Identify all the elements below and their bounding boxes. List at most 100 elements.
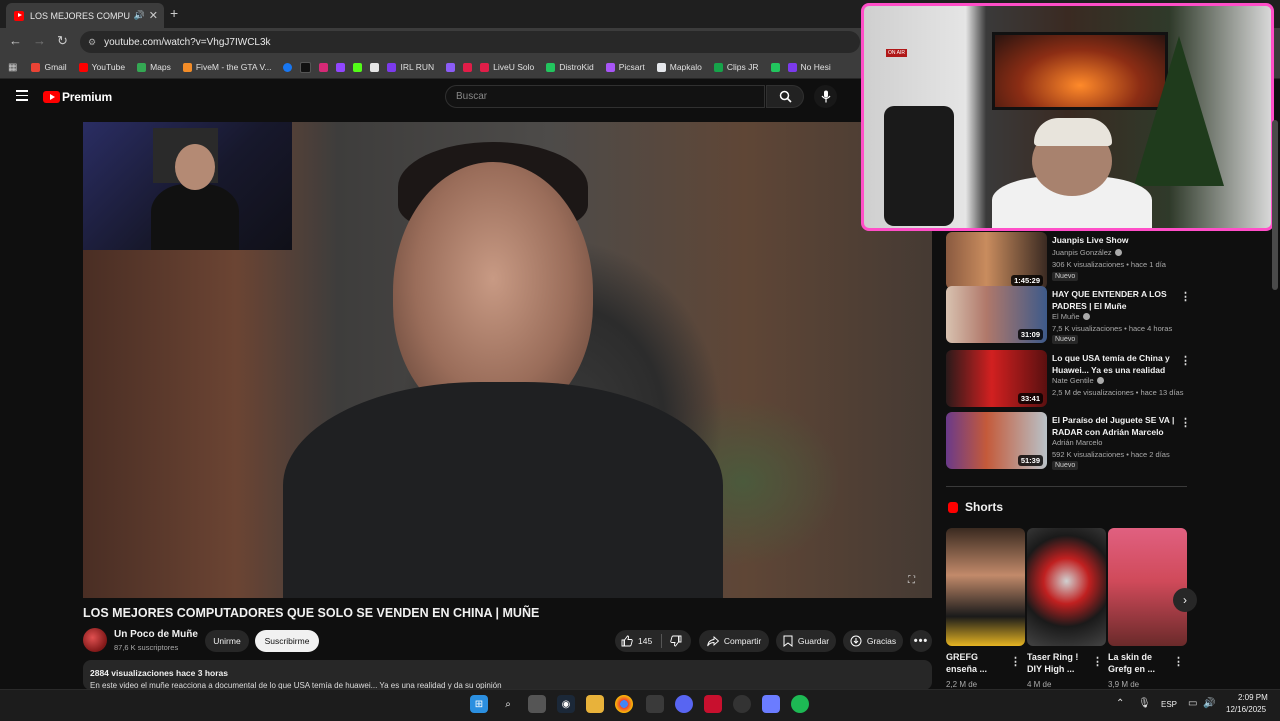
teams-icon[interactable] [762, 695, 780, 713]
verified-icon [1096, 377, 1104, 384]
purple-app-icon[interactable] [446, 62, 456, 72]
thanks-button[interactable]: Gracias [843, 630, 903, 652]
clock-date[interactable]: 12/16/2025 [1226, 705, 1266, 714]
discord-icon[interactable] [675, 695, 693, 713]
task-view-icon[interactable] [528, 695, 546, 713]
video-title[interactable]: HAY QUE ENTENDER A LOS PADRES | El Muñe [1052, 288, 1177, 312]
kick-icon[interactable] [353, 62, 363, 72]
video-thumbnail[interactable]: 1:45:29 [946, 232, 1047, 289]
more-vertical-icon[interactable]: ⋮ [1092, 655, 1103, 668]
bookmark-youtube[interactable]: YouTube [78, 62, 125, 72]
new-tab-icon[interactable]: + [170, 5, 178, 21]
short-thumbnail[interactable] [1108, 528, 1187, 646]
recommended-video[interactable]: 51:39 El Paraíso del Juguete SE VA | RAD… [946, 412, 1191, 470]
video-stats: 7,5 K visualizaciones • hace 4 horas [1052, 324, 1173, 333]
like-dislike-group[interactable]: 145 [615, 630, 691, 652]
facebook-icon[interactable] [283, 62, 293, 72]
more-vertical-icon[interactable]: ⋮ [1173, 655, 1184, 668]
more-vertical-icon[interactable]: ⋮ [1010, 655, 1021, 668]
bookmark-gmail[interactable]: Gmail [31, 62, 67, 72]
bookmark-picsart[interactable]: Picsart [605, 62, 645, 72]
short-thumbnail[interactable] [946, 528, 1025, 646]
video-thumbnail[interactable]: 33:41 [946, 350, 1047, 407]
volume-icon[interactable]: 🔊 [1203, 698, 1215, 709]
channel-avatar[interactable] [83, 628, 107, 652]
reload-icon[interactable]: ↻ [57, 33, 68, 49]
tiktok-icon[interactable] [300, 61, 312, 73]
bookmark-fivem[interactable]: FiveM - the GTA V... [182, 62, 271, 72]
video-title[interactable]: Lo que USA temía de China y Huawei... Ya… [1052, 352, 1177, 376]
video-title[interactable]: Juanpis Live Show [1052, 234, 1177, 246]
url-field[interactable]: ⚙ youtube.com/watch?v=VhgJ7IWCL3k [80, 31, 860, 53]
back-icon[interactable]: ← [9, 33, 22, 48]
share-button[interactable]: Compartir [699, 630, 769, 652]
more-vertical-icon[interactable]: ⋮ [1180, 290, 1191, 303]
bookmark-irl-run[interactable]: IRL RUN [387, 62, 434, 72]
chrome-icon[interactable] [615, 695, 633, 713]
red-app-icon[interactable] [704, 695, 722, 713]
recommended-video[interactable]: 1:45:29 Juanpis Live Show Juanpis Gonzál… [946, 232, 1191, 290]
bookmark-maps[interactable]: Maps [137, 62, 171, 72]
twitch-icon[interactable] [336, 62, 346, 72]
search-icon[interactable]: ⌕ [499, 695, 517, 713]
channel-name[interactable]: Juanpis González [1052, 248, 1122, 257]
close-tab-icon[interactable]: ✕ [149, 9, 158, 22]
search-input[interactable]: Buscar [445, 85, 765, 108]
save-button[interactable]: Guardar [776, 630, 836, 652]
forward-icon[interactable]: → [33, 33, 46, 48]
channel-name[interactable]: Adrián Marcelo [1052, 438, 1102, 447]
obs-icon[interactable] [733, 695, 751, 713]
video-thumbnail[interactable]: 51:39 [946, 412, 1047, 469]
shorts-next-button[interactable]: › [1173, 588, 1197, 612]
store-icon[interactable] [646, 695, 664, 713]
microphone-tray-icon[interactable]: 🎙 [1138, 698, 1151, 709]
bookmark-clips-jr[interactable]: Clips JR [713, 62, 759, 72]
apps-grid-icon[interactable]: ▦ [8, 62, 17, 73]
steam-icon[interactable]: ◉ [557, 695, 575, 713]
file-explorer-icon[interactable] [586, 695, 604, 713]
windows-start-icon[interactable]: ⊞ [470, 695, 488, 713]
more-actions-button[interactable]: ••• [910, 630, 932, 652]
like-icon[interactable] [621, 635, 633, 647]
short-title[interactable]: La skin de Grefg en ... [1108, 651, 1168, 675]
channel-name[interactable]: Nate Gentile [1052, 376, 1104, 385]
super-thanks-icon [850, 635, 862, 647]
youtube-premium-wordmark[interactable]: Premium [62, 90, 112, 104]
short-title[interactable]: GREFG enseña ... [946, 651, 1006, 675]
channel-name[interactable]: El Muñe [1052, 312, 1090, 321]
page-scrollbar[interactable] [1272, 120, 1278, 290]
video-title[interactable]: El Paraíso del Juguete SE VA | RADAR con… [1052, 414, 1177, 438]
clock-time[interactable]: 2:09 PM [1238, 693, 1268, 702]
chevron-up-icon[interactable]: ⌃ [1116, 698, 1124, 709]
green-app-icon[interactable] [770, 62, 780, 72]
youtube-logo-icon[interactable] [43, 91, 60, 103]
video-thumbnail[interactable]: 31:09 [946, 286, 1047, 343]
subscribe-button[interactable]: Suscribirme [255, 630, 319, 652]
join-button[interactable]: Unirme [205, 630, 249, 652]
diamond-icon[interactable] [370, 62, 380, 72]
spotify-icon[interactable] [791, 695, 809, 713]
network-icon[interactable]: ▭ [1188, 698, 1197, 709]
site-info-icon[interactable]: ⚙ [88, 37, 96, 48]
recommended-video[interactable]: 31:09 HAY QUE ENTENDER A LOS PADRES | El… [946, 286, 1191, 344]
speaker-icon[interactable]: 🔊 [134, 10, 145, 21]
short-thumbnail[interactable] [1027, 528, 1106, 646]
language-indicator[interactable]: ESP [1161, 700, 1177, 709]
bookmark-no-hesi[interactable]: No Hesi [787, 62, 831, 72]
more-vertical-icon[interactable]: ⋮ [1180, 416, 1191, 429]
fullscreen-icon[interactable]: ⛶ [908, 575, 915, 586]
dislike-icon[interactable] [670, 635, 682, 647]
red-app-icon[interactable] [463, 62, 473, 72]
channel-name[interactable]: Un Poco de Muñe [114, 629, 198, 640]
short-title[interactable]: Taser Ring ! DIY High ... [1027, 651, 1087, 675]
bookmark-mapkalo[interactable]: Mapkalo [656, 62, 702, 72]
browser-tab[interactable]: LOS MEJORES COMPUTAD 🔊 ✕ [6, 3, 164, 28]
search-button[interactable] [766, 85, 804, 108]
more-vertical-icon[interactable]: ⋮ [1180, 354, 1191, 367]
voice-search-button[interactable] [814, 85, 837, 108]
recommended-video[interactable]: 33:41 Lo que USA temía de China y Huawei… [946, 350, 1191, 408]
bookmark-distrokid[interactable]: DistroKid [546, 62, 594, 72]
menu-icon[interactable] [16, 90, 28, 104]
bookmark-liveu-solo[interactable]: LiveU Solo [480, 62, 534, 72]
instagram-icon[interactable] [319, 62, 329, 72]
